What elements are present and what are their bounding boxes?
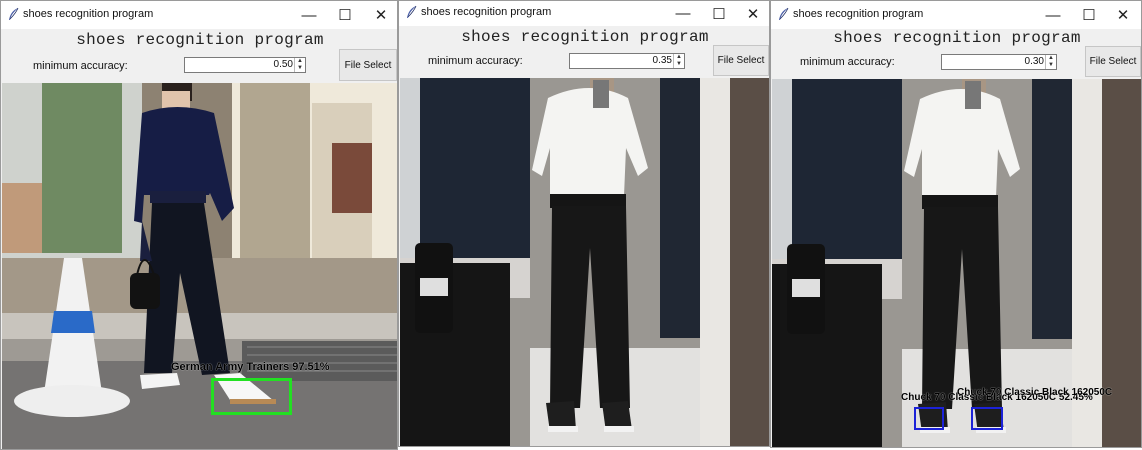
accuracy-spinbox[interactable]: 0.35 ▲ ▼	[569, 53, 685, 69]
accuracy-spinbox[interactable]: 0.50 ▲ ▼	[184, 57, 306, 73]
title-bar[interactable]: shoes recognition program — ☐ ✕	[1, 1, 397, 29]
close-icon[interactable]: ✕	[1105, 1, 1141, 29]
accuracy-spinbox[interactable]: 0.30 ▲ ▼	[941, 54, 1057, 70]
feather-app-icon	[407, 5, 417, 18]
app-window-2: shoes recognition program — ☐ ✕ shoes re…	[398, 0, 770, 447]
title-bar[interactable]: shoes recognition program — ☐ ✕	[399, 1, 769, 26]
window-title: shoes recognition program	[421, 6, 552, 18]
mirror-photo	[400, 78, 769, 446]
window-title: shoes recognition program	[23, 8, 154, 20]
street-photo	[2, 83, 397, 449]
detection-label: German Army Trainers 97.51%	[171, 361, 330, 373]
maximize-icon[interactable]: ☐	[701, 1, 737, 26]
accuracy-value: 0.30	[1024, 56, 1044, 67]
app-window-1: shoes recognition program — ☐ ✕ shoes re…	[0, 0, 398, 450]
feather-app-icon	[779, 7, 789, 20]
app-title: shoes recognition program	[461, 28, 709, 46]
detection-box-blue	[971, 407, 1003, 430]
app-title: shoes recognition program	[76, 31, 324, 49]
minimize-icon[interactable]: —	[291, 1, 327, 29]
close-icon[interactable]: ✕	[735, 1, 769, 26]
minimum-accuracy-label: minimum accuracy:	[800, 56, 895, 68]
close-icon[interactable]: ✕	[363, 1, 397, 29]
app-title: shoes recognition program	[833, 29, 1081, 47]
accuracy-value: 0.50	[273, 59, 293, 70]
file-select-button[interactable]: File Select	[339, 49, 397, 81]
file-select-button[interactable]: File Select	[713, 45, 769, 76]
spin-arrows-icon[interactable]: ▲ ▼	[673, 54, 684, 68]
minimize-icon[interactable]: —	[1035, 1, 1071, 29]
window-title: shoes recognition program	[793, 8, 924, 20]
result-image	[2, 83, 397, 449]
detection-label: Chuck 70 Classic Black 162050C	[957, 387, 1113, 398]
spin-arrows-icon[interactable]: ▲ ▼	[294, 58, 305, 72]
accuracy-value: 0.35	[652, 55, 672, 66]
spin-arrows-icon[interactable]: ▲ ▼	[1045, 55, 1056, 69]
maximize-icon[interactable]: ☐	[327, 1, 363, 29]
app-window-3: shoes recognition program — ☐ ✕ shoes re…	[770, 0, 1142, 448]
feather-app-icon	[9, 7, 19, 20]
detection-box-blue	[914, 407, 944, 430]
file-select-button[interactable]: File Select	[1085, 46, 1141, 77]
maximize-icon[interactable]: ☐	[1071, 1, 1107, 29]
minimum-accuracy-label: minimum accuracy:	[33, 60, 128, 72]
title-bar[interactable]: shoes recognition program — ☐ ✕	[771, 1, 1141, 29]
result-image	[400, 78, 769, 446]
minimum-accuracy-label: minimum accuracy:	[428, 55, 523, 67]
minimize-icon[interactable]: —	[665, 1, 701, 26]
detection-box-green	[211, 378, 292, 415]
